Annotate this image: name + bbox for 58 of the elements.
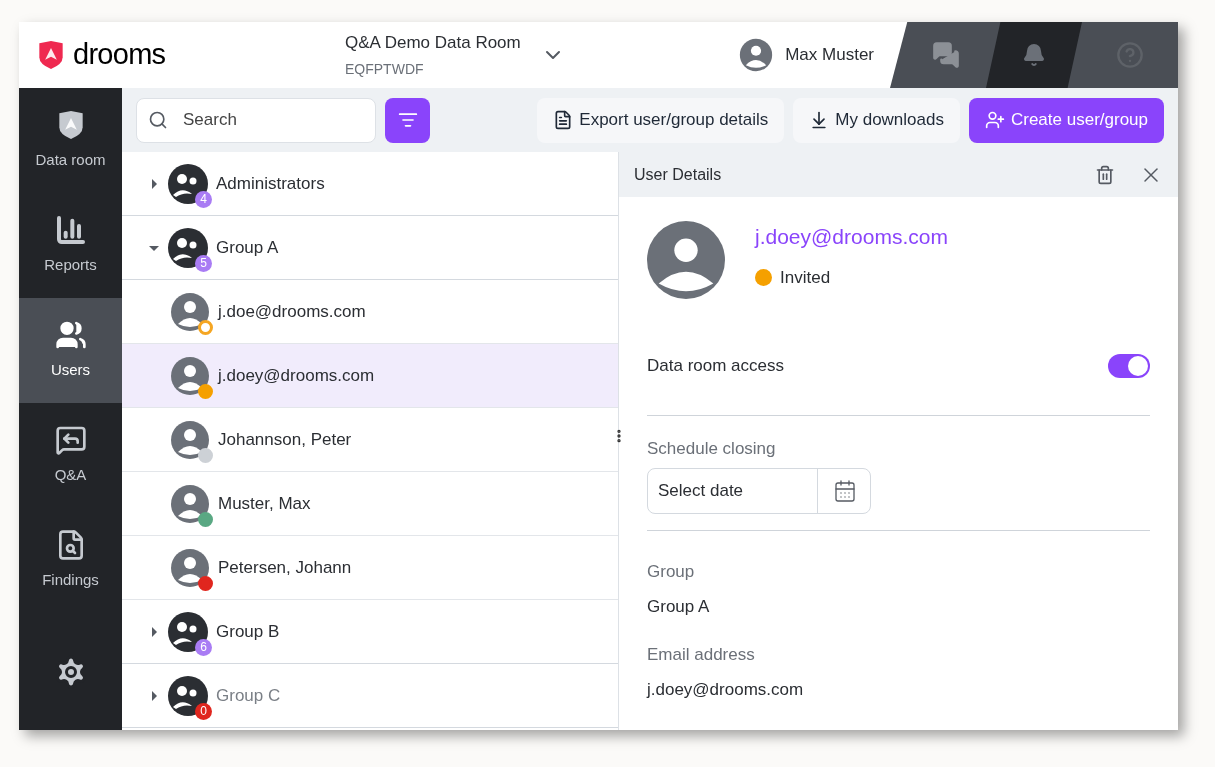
group-row[interactable]: 6 Group B — [122, 600, 618, 664]
group-label: Group — [647, 560, 696, 583]
user-email-link[interactable]: j.doey@drooms.com — [755, 221, 948, 253]
user-avatar-icon — [647, 221, 725, 299]
user-avatar-icon — [170, 291, 210, 332]
filter-icon — [397, 110, 418, 130]
chat-icon[interactable] — [932, 41, 960, 69]
filter-button[interactable] — [385, 97, 430, 143]
email-value: j.doey@drooms.com — [647, 679, 805, 701]
bar-chart-icon — [54, 214, 87, 247]
group-row[interactable]: 4 Administrators — [122, 152, 618, 216]
user-name: j.doe@drooms.com — [218, 300, 366, 323]
search-icon — [148, 109, 168, 130]
user-avatar-icon[interactable] — [739, 38, 774, 72]
panel-title: User Details — [634, 164, 723, 185]
date-field[interactable]: Select date — [647, 467, 871, 514]
schedule-label: Schedule closing — [647, 438, 777, 460]
search-field[interactable]: Search — [136, 97, 376, 143]
calendar-icon — [832, 478, 857, 503]
document-icon — [553, 110, 574, 130]
user-name: Muster, Max — [218, 492, 311, 515]
group-avatar-icon — [168, 675, 208, 716]
access-label: Data room access — [647, 355, 784, 378]
bell-icon[interactable] — [1022, 43, 1046, 67]
user-name: Johannson, Peter — [218, 428, 352, 451]
group-avatar-icon — [168, 227, 208, 268]
logo-text: drooms — [73, 37, 166, 73]
downloads-button[interactable]: My downloads — [793, 97, 960, 143]
user-name: Petersen, Johann — [218, 556, 352, 579]
email-label: Email address — [647, 643, 756, 666]
logo-icon — [37, 39, 65, 71]
room-code: EQFPTWDF — [345, 60, 425, 80]
sidebar-item[interactable]: Q&A — [19, 403, 122, 508]
sidebar-item[interactable]: Findings — [19, 508, 122, 613]
user-name: Max Muster — [785, 44, 874, 67]
sidebar-item[interactable]: Data room — [19, 88, 122, 193]
group-avatar-icon — [168, 611, 208, 652]
group-name: Group A — [216, 236, 279, 259]
status-text: Invited — [780, 266, 831, 289]
user-name: j.doey@drooms.com — [218, 364, 375, 387]
access-toggle[interactable] — [1108, 354, 1150, 378]
user-avatar-icon — [170, 355, 210, 396]
sidebar-item[interactable]: Users — [19, 298, 122, 403]
group-name: Administrators — [216, 172, 325, 195]
group-name: Group C — [216, 684, 281, 707]
user-avatar-icon — [170, 419, 210, 460]
add-user-icon — [984, 110, 1005, 130]
user-row[interactable]: j.doey@drooms.com — [122, 344, 618, 408]
create-button[interactable]: Create user/group — [968, 97, 1164, 143]
sidebar-item[interactable]: Reports — [19, 193, 122, 298]
shield-icon — [56, 109, 85, 142]
user-avatar-icon — [170, 547, 210, 588]
group-avatar-icon — [168, 163, 208, 204]
group-value: Group A — [647, 596, 711, 618]
export-button[interactable]: Export user/group details — [537, 97, 785, 143]
group-name: Group B — [216, 620, 280, 643]
user-avatar-icon — [170, 483, 210, 524]
room-title: Q&A Demo Data Room — [345, 31, 521, 54]
